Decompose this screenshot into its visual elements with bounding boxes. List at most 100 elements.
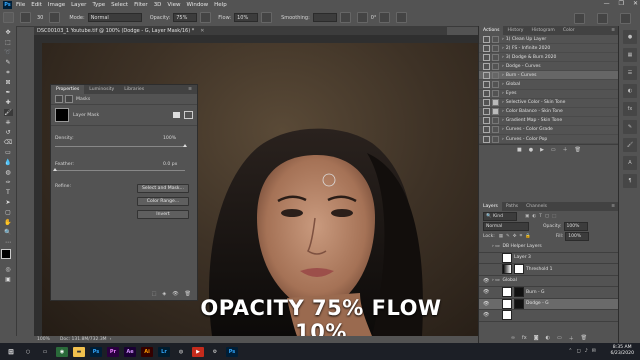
zoom-level[interactable]: 100% [37,337,50,342]
folder-icon[interactable]: › ▭ [492,244,499,249]
action-row[interactable]: › 1) Clean Up Layer [479,35,619,45]
swatches-panel-icon[interactable]: ▦ [623,48,637,62]
delete-layer-icon[interactable]: 🗑 [581,335,587,341]
action-toggle-checkbox[interactable] [483,35,490,43]
crop-tool-icon[interactable]: ⌗ [4,69,13,76]
pixel-mask-icon[interactable] [55,95,63,103]
apply-mask-icon[interactable]: ◈ [162,291,166,297]
action-toggle-checkbox[interactable] [483,135,490,143]
workspace-icon[interactable] [597,13,608,24]
dialog-toggle-icon[interactable] [492,135,499,143]
tab-libraries[interactable]: Libraries [119,87,149,92]
toggle-mask-icon[interactable]: 👁 [172,291,178,297]
layer-row[interactable]: Layer 3 [479,252,619,265]
type-tool-icon[interactable]: T [4,189,13,196]
angle-icon[interactable] [356,12,368,23]
expand-arrow-icon[interactable]: › [502,137,504,142]
expand-arrow-icon[interactable]: › [502,100,504,105]
expand-arrow-icon[interactable]: › [502,73,504,78]
layer-row[interactable]: 👁 › ▭ Global [479,276,619,288]
path-select-tool-icon[interactable]: ➤ [4,199,13,206]
airbrush-icon[interactable] [261,12,273,23]
action-row[interactable]: › Eyes [479,90,619,99]
tab-luminosity[interactable]: Luminosity [84,87,119,92]
pen-tool-icon[interactable]: ✑ [4,179,13,186]
more-tools-icon[interactable]: ⋯ [4,239,13,246]
action-toggle-checkbox[interactable] [483,44,490,52]
folder-icon[interactable]: › ▭ [492,278,499,283]
history-brush-tool-icon[interactable]: ↺ [4,129,13,136]
density-slider-thumb[interactable] [183,144,187,147]
blend-mode-select[interactable]: Normal [483,221,529,231]
visibility-eye-icon[interactable]: 👁 [483,301,489,307]
illustrator-taskbar-icon[interactable]: Ai [141,346,153,357]
menu-window[interactable]: Window [186,2,208,8]
dialog-toggle-icon[interactable] [492,90,499,98]
expand-arrow-icon[interactable]: › [502,64,504,69]
action-row[interactable]: › Dodge - Curves [479,62,619,72]
expand-arrow-icon[interactable]: › [502,127,504,132]
layer-row[interactable]: Threshold 1 [479,264,619,276]
new-group-icon[interactable]: ▭ [557,335,562,341]
adjustment-layer-icon[interactable]: ◐ [546,335,550,341]
tab-properties[interactable]: Properties [51,85,85,94]
smoothing-settings-icon[interactable] [339,12,351,23]
libraries-panel-icon[interactable]: ☰ [623,66,637,80]
share-icon[interactable] [620,13,631,24]
delete-action-icon[interactable]: 🗑 [575,147,581,153]
file-explorer-icon[interactable]: ▬ [73,346,85,357]
action-toggle-checkbox[interactable] [483,71,490,79]
dodge-tool-icon[interactable]: ◍ [4,169,13,176]
invert-button[interactable]: Invert [137,210,189,219]
action-toggle-checkbox[interactable] [483,62,490,70]
menu-type[interactable]: Type [92,2,105,8]
mode-select[interactable]: Normal [87,13,142,22]
after-effects-taskbar-icon[interactable]: Ae [124,346,136,357]
color-range-button[interactable]: Color Range... [137,197,189,206]
dialog-toggle-icon[interactable] [492,53,499,61]
eraser-tool-icon[interactable]: ⌫ [4,139,13,146]
restore-icon[interactable]: ❐ [619,0,624,7]
select-and-mask-button[interactable]: Select and Mask... [137,184,189,193]
horizontal-ruler[interactable] [34,35,478,43]
symmetry-icon[interactable] [396,12,408,23]
expand-arrow-icon[interactable]: › [502,46,504,51]
action-toggle-checkbox[interactable] [483,81,490,89]
styles-panel-icon[interactable]: fx [623,102,637,116]
dialog-toggle-icon[interactable] [492,108,499,116]
action-row[interactable]: › Burn - Curves [479,71,619,81]
action-row[interactable]: › Curves - Color Pop [479,135,619,145]
new-set-icon[interactable]: ▭ [551,147,556,153]
menu-layer[interactable]: Layer [71,2,86,8]
hand-tool-icon[interactable]: ✋ [4,219,13,226]
brushes-panel-icon[interactable]: 🖌 [623,138,637,152]
select-pixel-mask-icon[interactable] [173,112,180,118]
action-toggle-checkbox[interactable] [483,99,490,107]
fill-field[interactable]: 100% [565,231,590,241]
angle-value[interactable]: 0° [371,15,377,21]
new-layer-icon[interactable]: ＋ [569,335,574,342]
frame-tool-icon[interactable]: ⊠ [4,79,13,86]
healing-brush-tool-icon[interactable]: ✚ [4,99,13,106]
settings-icon[interactable]: ⚙ [209,347,221,357]
brush-tool-icon[interactable] [20,12,31,23]
layer-row[interactable]: 👁 Burn - G [479,287,619,299]
dialog-toggle-icon[interactable] [492,35,499,43]
menu-view[interactable]: View [167,2,180,8]
dialog-toggle-icon[interactable] [492,117,499,125]
flow-field[interactable]: 10% [234,13,259,22]
brush-settings-icon[interactable] [49,12,61,23]
tab-actions[interactable]: Actions [479,26,504,35]
action-row[interactable]: › 2) FS - Infinite 2020 [479,44,619,54]
layer-mask-thumbnail[interactable] [514,287,524,298]
task-view-icon[interactable]: ▭ [39,347,51,357]
layer-style-icon[interactable]: fx [522,335,527,341]
layer-row[interactable]: › ▭ DB Helper Layers [479,241,619,253]
dialog-toggle-icon[interactable] [492,62,499,70]
menu-image[interactable]: Image [48,2,65,8]
panel-menu-icon[interactable]: ≡ [183,87,197,92]
action-row[interactable]: › Color Balance - Skin Tone [479,108,619,117]
clone-stamp-tool-icon[interactable]: ⎈ [4,119,13,126]
brush-settings-panel-icon[interactable]: ✎ [623,120,637,134]
visibility-eye-icon[interactable]: 👁 [483,289,489,295]
